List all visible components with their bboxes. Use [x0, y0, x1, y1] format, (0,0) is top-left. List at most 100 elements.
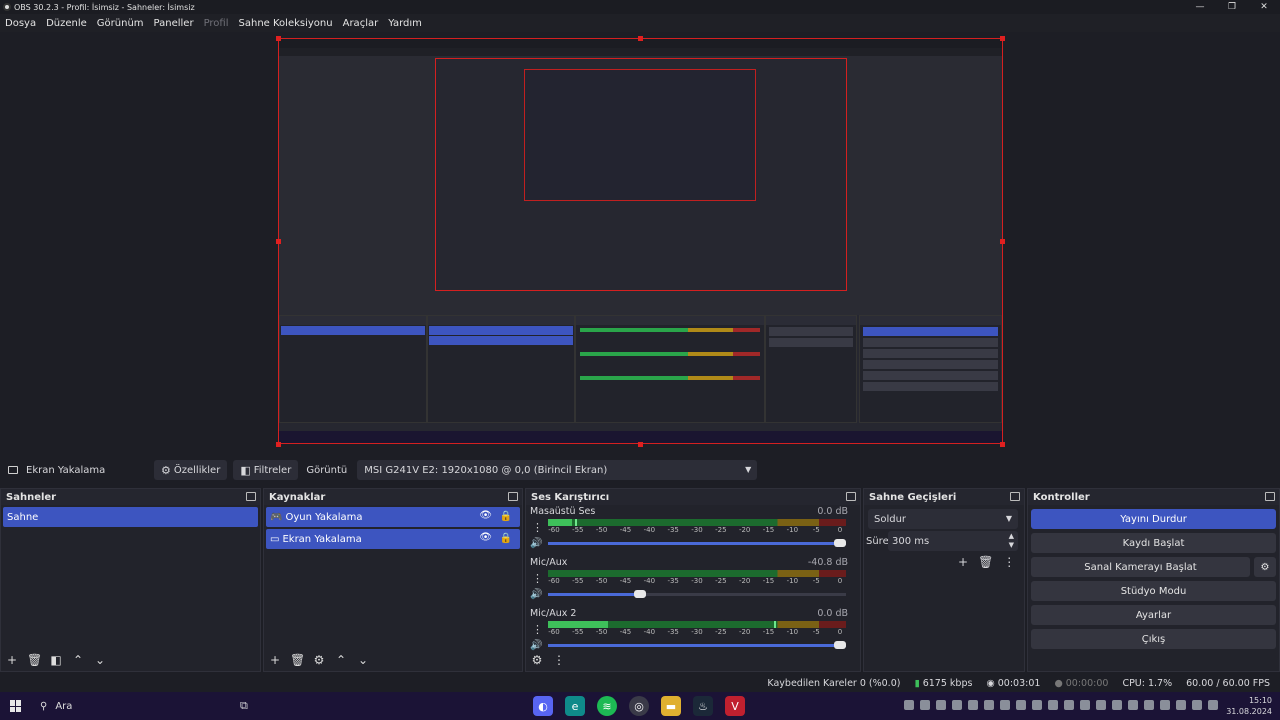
arrow-up-icon[interactable]: ⌃: [71, 653, 85, 667]
undock-icon[interactable]: [1010, 492, 1020, 501]
scene-item[interactable]: Sahne: [3, 507, 258, 527]
edge-icon[interactable]: e: [565, 696, 585, 716]
resize-handle[interactable]: [276, 36, 281, 41]
kebab-menu-icon[interactable]: ⋮: [532, 521, 543, 534]
menu-file[interactable]: Dosya: [5, 18, 36, 29]
speaker-icon[interactable]: 🔊: [530, 538, 542, 549]
file-explorer-icon[interactable]: ▬: [661, 696, 681, 716]
stop-streaming-button[interactable]: Yayını Durdur: [1031, 509, 1276, 529]
tray-icon[interactable]: [952, 700, 962, 710]
tray-icon[interactable]: [1112, 700, 1122, 710]
obs-icon[interactable]: ◎: [629, 696, 649, 716]
lock-icon[interactable]: 🔒: [500, 533, 512, 544]
trash-icon[interactable]: 🗑: [27, 653, 42, 667]
kebab-menu-icon[interactable]: ⋮: [552, 653, 566, 667]
maximize-button[interactable]: ❐: [1216, 0, 1248, 14]
tray-icon[interactable]: [1064, 700, 1074, 710]
resize-handle[interactable]: [1000, 36, 1005, 41]
speaker-icon[interactable]: 🔊: [530, 589, 542, 600]
menu-edit[interactable]: Düzenle: [46, 18, 87, 29]
minimize-button[interactable]: —: [1184, 0, 1216, 14]
slider-knob[interactable]: [634, 590, 647, 598]
menu-tools[interactable]: Araçlar: [343, 18, 379, 29]
transition-select[interactable]: Soldur ▼: [868, 509, 1018, 529]
taskbar-search[interactable]: ⚲ Ara: [40, 701, 230, 712]
steam-icon[interactable]: ♨: [693, 696, 713, 716]
filter-icon[interactable]: ◧: [49, 653, 63, 667]
tray-icon[interactable]: [904, 700, 914, 710]
exit-button[interactable]: Çıkış: [1031, 629, 1276, 649]
slider-knob[interactable]: [834, 641, 846, 649]
volume-slider[interactable]: [548, 590, 846, 598]
undock-icon[interactable]: [508, 492, 518, 501]
resize-handle[interactable]: [638, 442, 643, 447]
kebab-menu-icon[interactable]: ⋮: [1003, 555, 1015, 569]
tray-icon[interactable]: [1192, 700, 1202, 710]
menu-scene-collection[interactable]: Sahne Koleksiyonu: [239, 18, 333, 29]
add-icon[interactable]: +: [268, 653, 282, 667]
tray-icon[interactable]: [1160, 700, 1170, 710]
task-view-icon[interactable]: ⧉: [240, 699, 248, 713]
close-button[interactable]: ✕: [1248, 0, 1280, 14]
eye-icon[interactable]: 👁: [479, 510, 492, 521]
kebab-menu-icon[interactable]: ⋮: [532, 572, 543, 585]
start-virtual-camera-button[interactable]: Sanal Kamerayı Başlat: [1031, 557, 1250, 577]
spin-arrows-icon[interactable]: ▲ ▼: [1009, 532, 1014, 550]
arrow-down-icon[interactable]: ⌄: [93, 653, 107, 667]
advanced-audio-icon[interactable]: ⚙: [530, 653, 544, 667]
gear-icon[interactable]: ⚙: [1254, 557, 1276, 577]
clock[interactable]: 15:10 31.08.2024: [1226, 695, 1272, 717]
trash-icon[interactable]: 🗑: [978, 555, 993, 569]
valorant-icon[interactable]: V: [725, 696, 745, 716]
trash-icon[interactable]: 🗑: [290, 653, 305, 667]
source-item-display-capture[interactable]: ▭ Ekran Yakalama 👁 🔒: [266, 529, 520, 549]
tray-icon[interactable]: [1016, 700, 1026, 710]
undock-icon[interactable]: [846, 492, 856, 501]
settings-button[interactable]: Ayarlar: [1031, 605, 1276, 625]
preview-canvas[interactable]: [0, 32, 1280, 452]
menu-docks[interactable]: Paneller: [154, 18, 194, 29]
resize-handle[interactable]: [1000, 442, 1005, 447]
source-item-game-capture[interactable]: 🎮 Oyun Yakalama 👁 🔒: [266, 507, 520, 527]
arrow-down-icon[interactable]: ⌄: [356, 653, 370, 667]
add-icon[interactable]: +: [5, 653, 19, 667]
duration-input[interactable]: 300 ms ▲ ▼: [888, 531, 1018, 551]
tray-icon[interactable]: [1176, 700, 1186, 710]
undock-icon[interactable]: [246, 492, 256, 501]
spotify-icon[interactable]: ≋: [597, 696, 617, 716]
tray-icon[interactable]: [920, 700, 930, 710]
tray-icon[interactable]: [1048, 700, 1058, 710]
tray-icon[interactable]: [1144, 700, 1154, 710]
arrow-up-icon[interactable]: ⌃: [334, 653, 348, 667]
tray-icon[interactable]: [984, 700, 994, 710]
resize-handle[interactable]: [276, 239, 281, 244]
tray-icon[interactable]: [1128, 700, 1138, 710]
speaker-icon[interactable]: 🔊: [530, 640, 542, 651]
tray-icon[interactable]: [1032, 700, 1042, 710]
tray-icon[interactable]: [1208, 700, 1218, 710]
lock-icon[interactable]: 🔒: [500, 511, 512, 522]
resize-handle[interactable]: [1000, 239, 1005, 244]
start-recording-button[interactable]: Kaydı Başlat: [1031, 533, 1276, 553]
tray-icon[interactable]: [1096, 700, 1106, 710]
undock-icon[interactable]: [1265, 492, 1275, 501]
filters-button[interactable]: ◧ Filtreler: [233, 460, 299, 480]
discord-icon[interactable]: ◐: [533, 696, 553, 716]
volume-slider[interactable]: [548, 641, 846, 649]
add-icon[interactable]: +: [958, 555, 968, 569]
resize-handle[interactable]: [276, 442, 281, 447]
tray-icon[interactable]: [968, 700, 978, 710]
start-icon[interactable]: [10, 700, 22, 712]
kebab-menu-icon[interactable]: ⋮: [532, 623, 543, 636]
tray-icon[interactable]: [1080, 700, 1090, 710]
captured-screen[interactable]: [278, 38, 1003, 444]
menu-view[interactable]: Görünüm: [97, 18, 144, 29]
menu-profile[interactable]: Profil: [204, 18, 229, 29]
tray-icon[interactable]: [936, 700, 946, 710]
gear-icon[interactable]: ⚙: [312, 653, 326, 667]
resize-handle[interactable]: [638, 36, 643, 41]
display-select[interactable]: MSI G241V E2: 1920x1080 @ 0,0 (Birincil …: [357, 460, 758, 480]
menu-help[interactable]: Yardım: [388, 18, 422, 29]
tray-icon[interactable]: [1000, 700, 1010, 710]
properties-button[interactable]: ⚙ Özellikler: [154, 460, 228, 480]
